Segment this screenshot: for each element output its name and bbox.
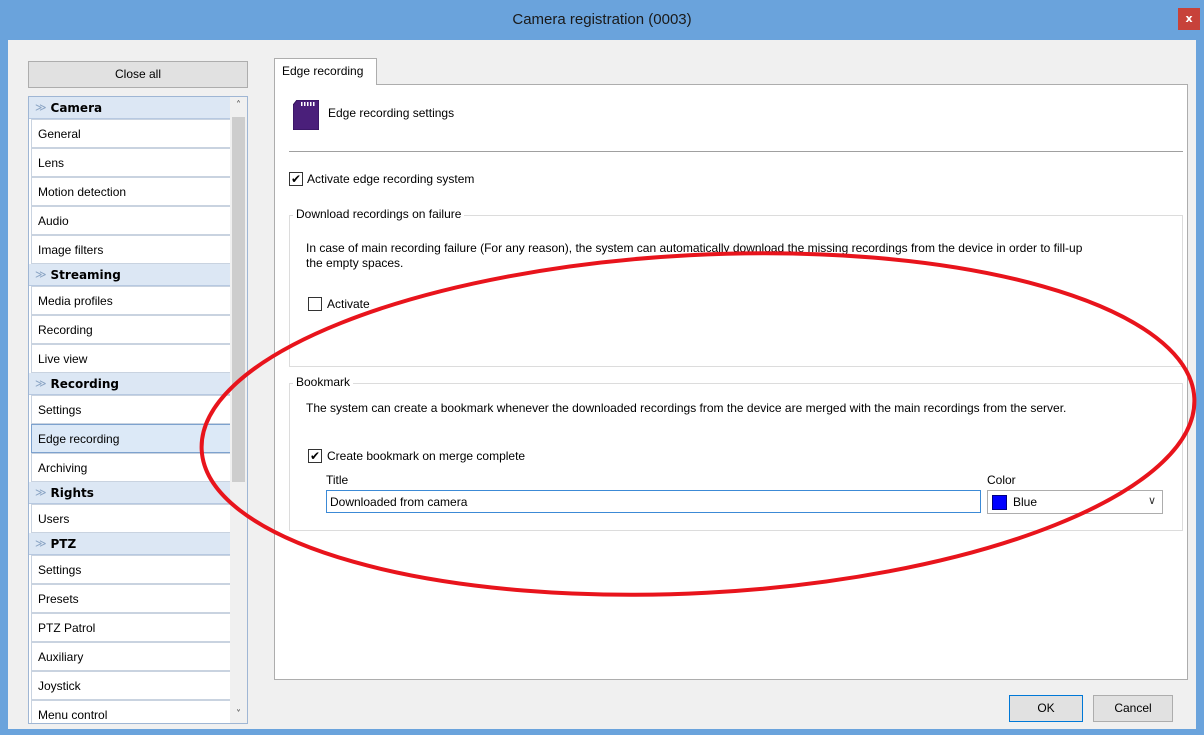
chevron-collapse-icon: ≫: [35, 536, 47, 550]
scroll-down-icon[interactable]: ˅: [230, 706, 247, 723]
checkmark-icon: ✔: [290, 172, 302, 186]
scroll-up-icon[interactable]: ˄: [230, 97, 247, 114]
nav-item-ptz-patrol[interactable]: PTZ Patrol: [31, 613, 238, 642]
camera-registration-window: Camera registration (0003) x Close all ≫…: [0, 0, 1204, 735]
checkmark-icon: ✔: [309, 449, 321, 463]
create-bookmark-label[interactable]: Create bookmark on merge complete: [327, 449, 525, 463]
ok-button[interactable]: OK: [1009, 695, 1083, 722]
navigation-list: ≫ Camera General Lens Motion detection Au…: [29, 97, 240, 723]
settings-navigation: ≫ Camera General Lens Motion detection Au…: [28, 96, 248, 724]
bookmark-title-input[interactable]: [326, 490, 981, 513]
nav-item-motion-detection[interactable]: Motion detection: [31, 177, 238, 206]
nav-item-archiving[interactable]: Archiving: [31, 453, 238, 482]
nav-item-audio[interactable]: Audio: [31, 206, 238, 235]
chevron-down-icon: ∨: [1147, 494, 1156, 507]
title-field-label: Title: [326, 473, 349, 487]
edge-recording-panel: Edge recording settings ✔ Activate edge …: [274, 84, 1188, 680]
nav-item-recording-settings[interactable]: Settings: [31, 395, 238, 424]
dialog-client-area: Close all ≫ Camera General Lens Motion de…: [8, 40, 1196, 729]
window-title: Camera registration (0003): [512, 11, 692, 28]
sd-card-icon: [293, 100, 319, 130]
nav-item-users[interactable]: Users: [31, 504, 238, 533]
category-label: Camera: [50, 100, 103, 115]
chevron-collapse-icon: ≫: [35, 376, 47, 390]
download-description-line2: the empty spaces.: [306, 256, 404, 270]
tab-edge-recording[interactable]: Edge recording: [274, 58, 377, 85]
panel-title: Edge recording settings: [328, 106, 455, 120]
color-swatch: [992, 495, 1007, 510]
scroll-thumb[interactable]: [232, 117, 245, 482]
chevron-collapse-icon: ≫: [35, 100, 47, 114]
nav-item-media-profiles[interactable]: Media profiles: [31, 286, 238, 315]
nav-item-lens[interactable]: Lens: [31, 148, 238, 177]
nav-item-recording[interactable]: Recording: [31, 315, 238, 344]
category-label: Recording: [50, 376, 120, 391]
nav-item-live-view[interactable]: Live view: [31, 344, 238, 373]
nav-item-joystick[interactable]: Joystick: [31, 671, 238, 700]
download-description-line1: In case of main recording failure (For a…: [306, 241, 1083, 255]
nav-item-presets[interactable]: Presets: [31, 584, 238, 613]
chevron-collapse-icon: ≫: [35, 485, 47, 499]
download-activate-label[interactable]: Activate: [327, 297, 370, 311]
color-field-label: Color: [987, 473, 1016, 487]
category-label: Rights: [50, 485, 94, 500]
nav-item-auxiliary[interactable]: Auxiliary: [31, 642, 238, 671]
header-separator: [289, 151, 1183, 152]
color-select[interactable]: Blue ∨: [987, 490, 1163, 514]
bookmark-legend: Bookmark: [293, 375, 354, 389]
create-bookmark-checkbox[interactable]: ✔: [308, 449, 322, 463]
category-rights[interactable]: ≫ Rights: [29, 482, 240, 504]
chevron-collapse-icon: ≫: [35, 267, 47, 281]
category-streaming[interactable]: ≫ Streaming: [29, 264, 240, 286]
bookmark-description: The system can create a bookmark wheneve…: [306, 401, 1067, 415]
title-bar[interactable]: Camera registration (0003) x: [0, 0, 1204, 40]
nav-item-menu-control[interactable]: Menu control: [31, 700, 238, 723]
category-camera[interactable]: ≫ Camera: [29, 97, 240, 119]
category-ptz[interactable]: ≫ PTZ: [29, 533, 240, 555]
category-label: PTZ: [50, 536, 77, 551]
close-window-button[interactable]: x: [1178, 8, 1200, 30]
activate-edge-recording-checkbox[interactable]: ✔: [289, 172, 303, 186]
color-select-value: Blue: [1013, 495, 1038, 509]
cancel-button[interactable]: Cancel: [1093, 695, 1173, 722]
category-label: Streaming: [50, 267, 121, 282]
navigation-scrollbar[interactable]: ˄ ˅: [230, 97, 247, 723]
download-description: In case of main recording failure (For a…: [306, 241, 1176, 271]
download-activate-checkbox[interactable]: [308, 297, 322, 311]
download-recordings-group: [289, 215, 1183, 367]
category-recording[interactable]: ≫ Recording: [29, 373, 240, 395]
nav-item-image-filters[interactable]: Image filters: [31, 235, 238, 264]
nav-item-ptz-settings[interactable]: Settings: [31, 555, 238, 584]
activate-edge-recording-label[interactable]: Activate edge recording system: [307, 172, 474, 186]
download-recordings-legend: Download recordings on failure: [293, 207, 465, 221]
nav-item-general[interactable]: General: [31, 119, 238, 148]
nav-item-edge-recording[interactable]: Edge recording: [31, 424, 238, 453]
close-all-button[interactable]: Close all: [28, 61, 248, 88]
